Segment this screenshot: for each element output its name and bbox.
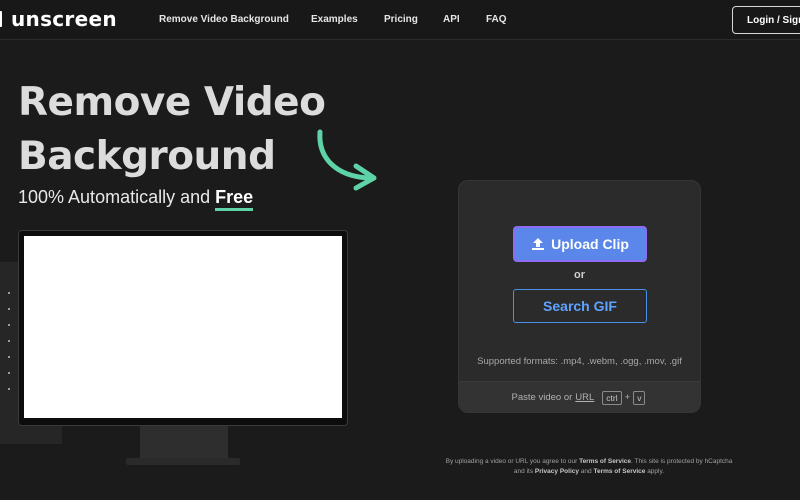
monitor-stand-base [126,458,240,465]
paste-bar: Paste video or URL ctrl + v [459,381,700,412]
logo[interactable]: unscreen [0,7,117,31]
nav-link-examples[interactable]: Examples [311,14,358,25]
paste-url-link[interactable]: URL [575,392,594,403]
nav-link-faq[interactable]: FAQ [486,14,507,25]
upload-card: Upload Clip or Search GIF Supported form… [458,180,701,413]
paste-prefix: Paste video or [511,392,573,403]
key-v: v [633,390,646,405]
privacy-policy-link[interactable]: Privacy Policy [535,468,579,475]
logo-text: unscreen [11,7,117,31]
page-title-line1: Remove Video [18,80,326,125]
hcaptcha-terms-link[interactable]: Terms of Service [593,468,645,475]
nav-link-remove-video-background[interactable]: Remove Video Background [159,14,289,25]
logo-mark [0,11,2,27]
curved-arrow-icon [317,129,377,191]
upload-clip-button[interactable]: Upload Clip [513,226,647,262]
key-plus: + [624,392,631,403]
upload-clip-label: Upload Clip [551,236,629,252]
monitor-screen [24,236,342,418]
key-ctrl: ctrl [602,390,622,405]
terms-of-service-link[interactable]: Terms of Service [579,458,631,465]
hero-subtitle-free: Free [215,187,254,211]
nav-link-api[interactable]: API [443,14,460,25]
login-signup-button[interactable]: Login / Sign up [732,6,800,34]
supported-formats: Supported formats: .mp4, .webm, .ogg, .m… [477,356,682,367]
hero-subtitle-prefix: 100% Automatically and [18,187,211,207]
nav-link-pricing[interactable]: Pricing [384,14,418,25]
upload-icon [532,238,545,250]
monitor-stand-neck [140,426,228,458]
top-nav: unscreen Remove Video Background Example… [0,0,800,40]
disclaimer-text-4: apply. [647,468,665,475]
or-separator: or [574,269,585,281]
search-gif-button[interactable]: Search GIF [513,289,647,323]
disclaimer-text-3: and [580,468,592,475]
legal-disclaimer: By uploading a video or URL you agree to… [445,457,733,477]
disclaimer-text-1: By uploading a video or URL you agree to… [445,458,578,465]
page-title-line2: Background [18,134,276,179]
monitor-frame [18,230,348,426]
hero-subtitle: 100% Automatically and Free [18,187,254,211]
